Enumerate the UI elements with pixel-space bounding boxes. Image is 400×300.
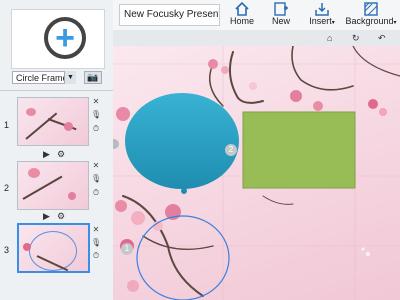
camera-icon[interactable]: 📷 xyxy=(84,71,102,84)
rectangle-frame-2[interactable] xyxy=(242,111,356,189)
frame-marker[interactable]: 1 xyxy=(121,243,133,255)
chevron-down-icon[interactable]: ▼ xyxy=(64,71,76,84)
slide-number: 2 xyxy=(4,183,10,193)
timer-icon[interactable]: ⏱ xyxy=(91,251,101,261)
circle-frame-1[interactable] xyxy=(125,93,239,189)
home-label: Home xyxy=(229,16,254,26)
timer-icon[interactable]: ⏱ xyxy=(91,188,101,198)
slide-number: 1 xyxy=(4,120,10,130)
background-icon xyxy=(364,2,378,16)
background-button[interactable]: Background▾ xyxy=(344,2,398,26)
slide-thumbnail[interactable] xyxy=(17,97,89,146)
circle-frame-icon: + xyxy=(44,17,86,59)
rotate-icon[interactable]: ↻ xyxy=(352,33,360,44)
microphone-icon[interactable]: 🎙 xyxy=(91,174,101,183)
presentation-title-input[interactable]: New Focusky Presenta xyxy=(119,4,220,26)
timer-icon[interactable]: ⏱ xyxy=(91,124,101,134)
close-icon[interactable]: ✕ xyxy=(91,161,101,170)
close-icon[interactable]: ✕ xyxy=(91,97,101,106)
frame-marker[interactable]: 2 xyxy=(225,144,237,156)
divider xyxy=(0,90,113,91)
insert-button[interactable]: Insert▾ xyxy=(306,2,338,26)
new-button[interactable]: New xyxy=(268,2,294,26)
new-label: New xyxy=(271,16,290,26)
microphone-icon[interactable]: 🎙 xyxy=(91,110,101,119)
home-button[interactable]: Home xyxy=(228,2,256,26)
gear-icon[interactable]: ⚙ xyxy=(57,149,65,160)
background-label: Background xyxy=(345,16,394,26)
new-slide-icon xyxy=(274,2,288,16)
insert-icon xyxy=(315,3,329,16)
slide-thumbnail[interactable] xyxy=(17,161,89,210)
frame-preview[interactable]: + xyxy=(11,9,105,69)
gear-icon[interactable]: ⚙ xyxy=(57,211,65,222)
slide-number: 3 xyxy=(4,245,10,255)
canvas-artwork xyxy=(113,46,400,300)
microphone-icon[interactable]: 🎙 xyxy=(91,238,101,247)
play-icon[interactable]: ▶ xyxy=(43,149,50,160)
slide-thumbnail-selected[interactable] xyxy=(17,223,90,273)
add-icon: + xyxy=(55,19,75,57)
home-view-icon[interactable]: ⌂ xyxy=(327,33,332,43)
editing-canvas[interactable]: 2 1 xyxy=(113,46,400,300)
home-icon xyxy=(235,2,249,16)
insert-label: Insert xyxy=(309,16,332,26)
undo-icon[interactable]: ↶ xyxy=(378,33,386,44)
circle-frame-3[interactable] xyxy=(136,215,230,300)
close-icon[interactable]: ✕ xyxy=(91,225,101,234)
play-icon[interactable]: ▶ xyxy=(43,211,50,222)
